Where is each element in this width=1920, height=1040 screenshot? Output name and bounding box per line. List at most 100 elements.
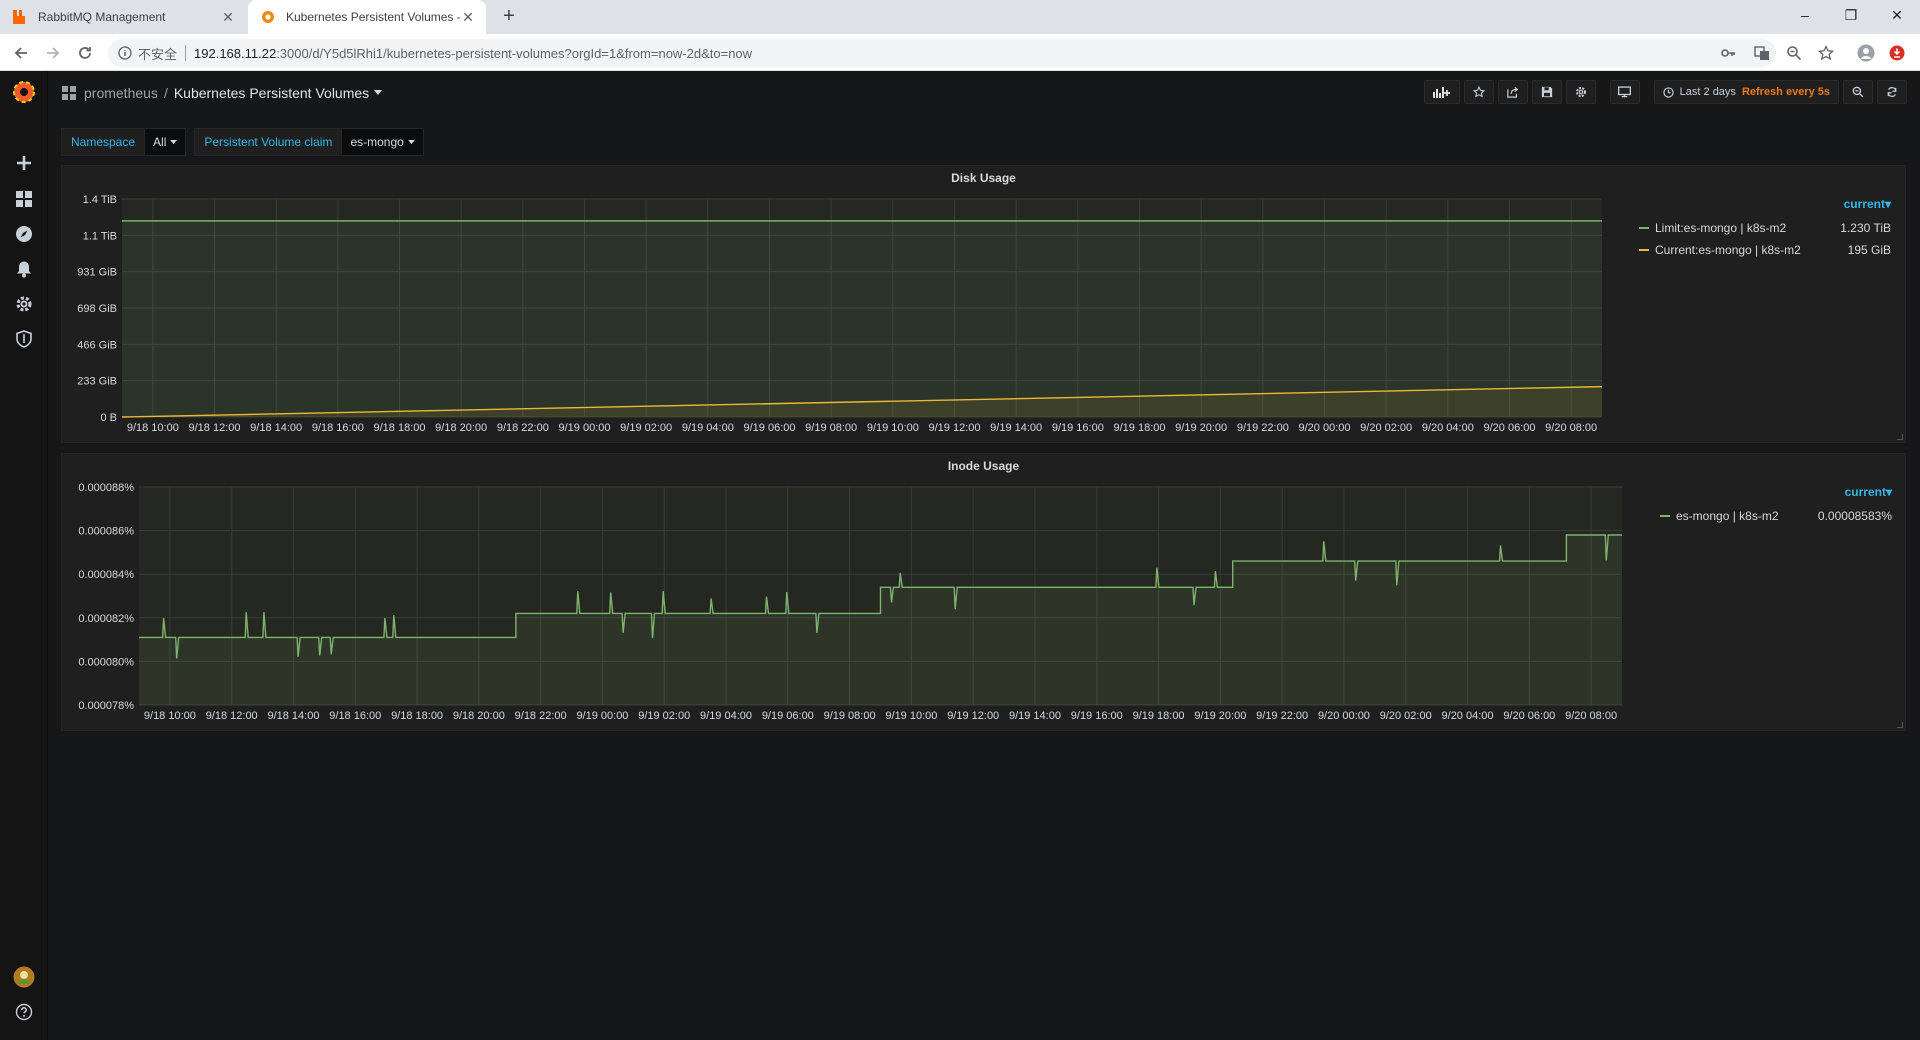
y-tick-label: 931 GiB: [77, 267, 117, 279]
share-dashboard-button[interactable]: [1497, 80, 1528, 104]
x-tick-label: 9/19 20:00: [1175, 422, 1227, 434]
x-tick-label: 9/19 02:00: [638, 710, 690, 722]
add-panel-button[interactable]: [1423, 80, 1460, 104]
caret-down-icon[interactable]: [374, 90, 383, 96]
star-dashboard-button[interactable]: [1463, 80, 1494, 104]
x-tick-label: 9/18 10:00: [144, 710, 196, 722]
browser-tab-grafana[interactable]: Kubernetes Persistent Volumes - ✕: [248, 0, 486, 34]
url-path: :3000/d/Y5d5lRhi1/kubernetes-persistent-…: [276, 45, 753, 61]
x-tick-label: 9/19 12:00: [947, 710, 999, 722]
namespace-select[interactable]: All: [145, 128, 187, 156]
tab-title: Kubernetes Persistent Volumes -: [286, 10, 460, 24]
breadcrumb-separator: /: [163, 85, 168, 101]
y-tick-label: 0.000086%: [78, 526, 134, 538]
profile-icon[interactable]: [1856, 43, 1876, 63]
variable-value: es-mongo: [350, 135, 404, 149]
refresh-button[interactable]: [1877, 80, 1907, 104]
x-tick-label: 9/19 18:00: [1114, 422, 1166, 434]
x-tick-label: 9/19 04:00: [700, 710, 752, 722]
legend-current-value: 195 GiB: [1847, 243, 1891, 257]
dashboards-icon[interactable]: [12, 187, 36, 211]
dashboard-navbar: prometheus / Kubernetes Persistent Volum…: [48, 71, 1920, 116]
pvc-select[interactable]: es-mongo: [342, 128, 424, 156]
x-tick-label: 9/18 16:00: [312, 422, 364, 434]
legend-swatch: [1660, 515, 1670, 517]
window-close-icon[interactable]: ✕: [1874, 0, 1920, 30]
bookmark-star-icon[interactable]: [1816, 43, 1836, 63]
x-tick-label: 9/20 06:00: [1484, 422, 1536, 434]
x-tick-label: 9/20 08:00: [1565, 710, 1617, 722]
y-tick-label: 466 GiB: [77, 339, 117, 351]
reload-icon[interactable]: [74, 42, 96, 64]
x-tick-label: 9/19 08:00: [805, 422, 857, 434]
x-tick-label: 9/19 12:00: [929, 422, 981, 434]
x-tick-label: 9/19 06:00: [762, 710, 814, 722]
y-tick-label: 0.000084%: [78, 569, 134, 581]
help-icon[interactable]: [12, 1000, 36, 1024]
legend-swatch: [1639, 249, 1649, 251]
minimize-icon[interactable]: –: [1782, 0, 1828, 30]
back-arrow-icon[interactable]: [10, 42, 32, 64]
legend-sort-header[interactable]: current▾: [1639, 197, 1891, 211]
folder-link[interactable]: prometheus: [84, 85, 158, 101]
insecure-label: 不安全: [138, 46, 178, 62]
x-tick-label: 9/19 00:00: [576, 710, 628, 722]
clock-icon: [1662, 86, 1674, 98]
address-bar[interactable]: 不安全 192.168.11.22:3000/d/Y5d5lRhi1/kuber…: [108, 39, 1776, 67]
x-tick-label: 9/19 10:00: [867, 422, 919, 434]
dashboard-settings-button[interactable]: [1565, 80, 1596, 104]
url-host: 192.168.11.22: [194, 45, 277, 61]
key-icon[interactable]: [1718, 43, 1738, 63]
translate-icon[interactable]: [1752, 43, 1772, 63]
x-tick-label: 9/18 14:00: [267, 710, 319, 722]
plus-icon[interactable]: [12, 151, 36, 175]
legend-series-name[interactable]: Limit:es-mongo | k8s-m2: [1655, 221, 1820, 235]
close-icon[interactable]: ✕: [460, 9, 476, 26]
rabbitmq-favicon-icon: [13, 10, 25, 24]
x-tick-label: 9/18 22:00: [497, 422, 549, 434]
grafana-logo-icon[interactable]: [12, 80, 36, 104]
forward-arrow-icon[interactable]: [42, 42, 64, 64]
save-dashboard-button[interactable]: [1531, 80, 1562, 104]
browser-tab-rabbitmq[interactable]: RabbitMQ Management ✕: [0, 0, 246, 34]
legend-series-name[interactable]: es-mongo | k8s-m2: [1676, 509, 1798, 523]
y-tick-label: 0.000078%: [78, 700, 134, 712]
explore-icon[interactable]: [12, 222, 36, 246]
user-avatar-icon[interactable]: [12, 965, 36, 989]
time-picker-button[interactable]: Last 2 days Refresh every 5s: [1653, 80, 1839, 104]
y-tick-label: 233 GiB: [77, 376, 117, 388]
panel-resize-handle[interactable]: [1897, 434, 1903, 440]
info-icon[interactable]: [118, 46, 132, 60]
alerting-icon[interactable]: [12, 257, 36, 281]
legend-series-name[interactable]: Current:es-mongo | k8s-m2: [1655, 243, 1828, 257]
legend-item-limit[interactable]: Limit:es-mongo | k8s-m2 1.230 TiB: [1639, 217, 1891, 239]
browser-tabstrip: RabbitMQ Management ✕ Kubernetes Persist…: [0, 0, 1920, 34]
x-tick-label: 9/20 00:00: [1318, 710, 1370, 722]
series-area: [122, 220, 1602, 417]
inode-usage-graph[interactable]: 9/18 10:00 9/18 12:00 9/18 14:00 9/18 16:00…: [62, 454, 1702, 732]
panel-resize-handle[interactable]: [1897, 722, 1903, 728]
zoom-out-button[interactable]: [1843, 80, 1873, 104]
save-icon: [1541, 86, 1552, 98]
configuration-icon[interactable]: [12, 292, 36, 316]
legend-sort-header[interactable]: current▾: [1660, 485, 1892, 499]
tv-mode-button[interactable]: [1609, 80, 1640, 104]
x-tick-label: 9/19 22:00: [1237, 422, 1289, 434]
server-admin-icon[interactable]: [12, 327, 36, 351]
extension-icon[interactable]: [1887, 43, 1907, 63]
disk-usage-graph[interactable]: 9/18 10:00 9/18 12:00 9/18 14:00 9/18 16:00…: [62, 166, 1682, 444]
x-tick-label: 9/20 02:00: [1380, 710, 1432, 722]
monitor-icon: [1618, 86, 1632, 98]
x-tick-label: 9/18 14:00: [250, 422, 302, 434]
legend-item-es-mongo[interactable]: es-mongo | k8s-m2 0.00008583%: [1660, 505, 1892, 527]
x-tick-label: 9/20 04:00: [1442, 710, 1494, 722]
template-variables: Namespace All Persistent Volume claim es…: [61, 128, 424, 157]
zoom-icon[interactable]: [1784, 43, 1804, 63]
refresh-interval-label: Refresh every 5s: [1741, 86, 1830, 98]
dashboard-title[interactable]: Kubernetes Persistent Volumes: [174, 85, 369, 101]
restore-icon[interactable]: ❐: [1828, 0, 1874, 30]
legend-item-current[interactable]: Current:es-mongo | k8s-m2 195 GiB: [1639, 239, 1891, 261]
new-tab-plus-icon[interactable]: +: [498, 6, 520, 28]
x-tick-label: 9/19 10:00: [885, 710, 937, 722]
close-icon[interactable]: ✕: [220, 9, 236, 26]
